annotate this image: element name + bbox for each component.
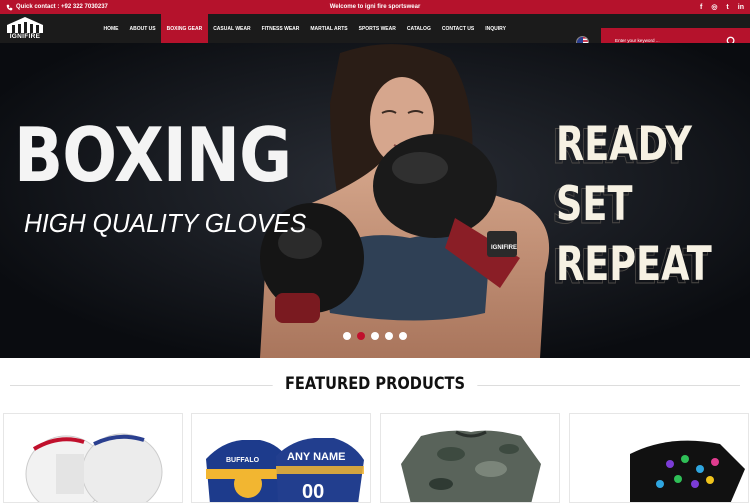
glove-brand-text: IGNIFIRE [491,245,517,251]
slider-dot[interactable] [399,332,407,340]
camo-sweatshirt-image [401,430,541,502]
jersey-text-anyname: ANY NAME [287,451,345,463]
section-title: FEATURED PRODUCTS [53,374,698,394]
product-card-gloves[interactable] [3,413,183,503]
slider-dot[interactable] [343,332,351,340]
hero-slogan: READY SET REPEAT [556,115,712,295]
twitter-icon[interactable]: t [726,4,728,11]
nav-item-inquiry[interactable]: INQUIRY [480,14,512,43]
hero-banner[interactable]: IGNIFIRE BOXING HIGH QUALITY GLOVES READ… [0,43,750,358]
top-bar: Quick contact : +92 322 7030237 Welcome … [0,0,750,14]
welcome-text: Welcome to igni fire sportswear [329,4,421,10]
nav-item-catalog[interactable]: CATALOG [401,14,436,43]
boxing-gloves-image [25,433,163,502]
nav-menu: HOME ABOUT US BOXING GEAR CASUAL WEAR FITNES… [98,14,511,43]
linkedin-icon[interactable]: in [738,4,744,11]
facebook-icon[interactable]: f [700,4,702,11]
nav-item-martial-arts[interactable]: MARTIAL ARTS [305,14,353,43]
nav-item-sports-wear[interactable]: SPORTS WEAR [353,14,401,43]
product-card-sweatshirt[interactable] [380,413,560,503]
phone-icon [6,4,13,10]
slider-dot[interactable] [371,332,379,340]
nav-item-contact-us[interactable]: CONTACT US [436,14,479,43]
nav-item-boxing-gear[interactable]: BOXING GEAR [161,14,208,43]
slider-dot[interactable] [357,332,365,340]
featured-section: FEATURED PRODUCTS BUFFALO ANY NAME 00 [0,358,750,503]
hero-subline: HIGH QUALITY GLOVES [24,208,307,238]
hockey-jersey-image: BUFFALO ANY NAME 00 [206,438,364,502]
slider-dot[interactable] [385,332,393,340]
quick-contact: Quick contact : +92 322 7030237 [6,0,108,14]
jersey-text-buffalo: BUFFALO [226,457,260,464]
slogan-line-3: REPEAT [556,237,712,292]
slogan-line-2: SET [556,177,633,232]
hero-headline: BOXING [14,111,292,199]
slider-dots [343,332,407,340]
product-card-jersey[interactable]: BUFFALO ANY NAME 00 [191,413,371,503]
instagram-icon[interactable]: ◎ [711,3,717,11]
section-title-text: FEATURED PRODUCTS [272,374,478,394]
product-card-mask[interactable] [569,413,749,503]
slogan-line-1: READY [556,117,692,172]
main-nav: IGNIFIRE HOME ABOUT US BOXING GEAR CASUAL W… [0,14,750,57]
logo-text: IGNIFIRE [9,33,41,40]
social-links: f ◎ t in [700,0,744,14]
quick-contact-text: Quick contact : +92 322 7030237 [16,4,108,10]
nav-item-about-us[interactable]: ABOUT US [124,14,161,43]
nav-item-casual-wear[interactable]: CASUAL WEAR [208,14,256,43]
logo-mark-icon [7,17,43,33]
nav-item-home[interactable]: HOME [98,14,124,43]
logo[interactable]: IGNIFIRE [5,16,45,42]
nav-item-fitness-wear[interactable]: FITNESS WEAR [256,14,305,43]
face-mask-image [630,440,745,502]
